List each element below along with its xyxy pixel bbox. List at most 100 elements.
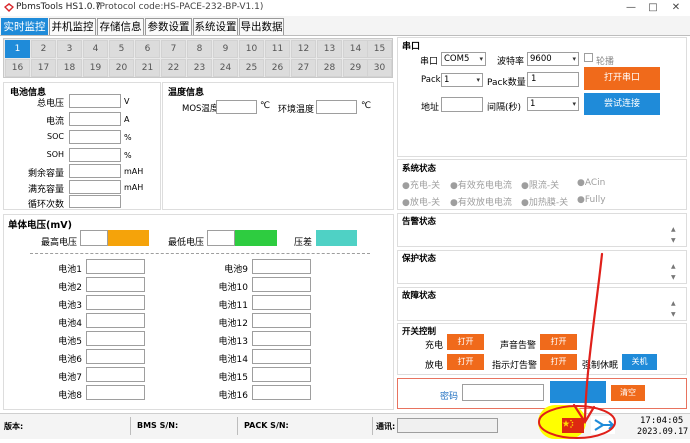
- cell-button[interactable]: 27: [291, 59, 316, 77]
- alarm-status-title: 告警状态: [402, 217, 437, 227]
- cell-button[interactable]: 2: [31, 40, 56, 58]
- status-valid-charge-current: ●有效充电电流: [450, 181, 512, 191]
- cell-button[interactable]: 1: [5, 40, 30, 58]
- try-connect-button[interactable]: 尝试连接: [584, 93, 660, 115]
- password-input[interactable]: [462, 384, 544, 401]
- baud-value: 9600: [530, 54, 552, 64]
- pack-count-label: Pack数量: [487, 78, 526, 88]
- version-label: 版本:: [4, 422, 24, 431]
- port-value: COM5: [444, 54, 470, 64]
- full-capacity-unit: mAH: [124, 183, 144, 192]
- clock-time: 17:04:05: [640, 416, 684, 426]
- cell-voltage-label: 电池14: [218, 355, 248, 365]
- cell-button[interactable]: 10: [239, 40, 264, 58]
- cell-button[interactable]: 3: [57, 40, 82, 58]
- cell-button[interactable]: 25: [239, 59, 264, 77]
- tab-storage-info[interactable]: 存储信息: [97, 18, 144, 35]
- cell-button[interactable]: 11: [265, 40, 290, 58]
- status-separator: [372, 417, 373, 435]
- cell-button[interactable]: 29: [343, 59, 368, 77]
- cell-voltage-field: [252, 349, 311, 364]
- minimize-icon[interactable]: —: [624, 1, 638, 14]
- poll-checkbox[interactable]: [584, 53, 593, 62]
- sound-alarm-open-button[interactable]: 打开: [540, 334, 577, 350]
- chevron-down-icon: ▾: [572, 100, 576, 108]
- voltage-diff-indicator: [316, 230, 357, 246]
- tab-parameter-settings[interactable]: 参数设置: [145, 18, 192, 35]
- min-voltage-indicator: [235, 230, 277, 246]
- close-icon[interactable]: ✕: [669, 1, 683, 14]
- cell-button[interactable]: 9: [213, 40, 238, 58]
- cell-button[interactable]: 16: [5, 59, 30, 77]
- cell-button[interactable]: 5: [109, 40, 134, 58]
- scroll-up-icon[interactable]: ▲: [671, 263, 676, 270]
- cell-button[interactable]: 15: [367, 40, 392, 58]
- full-capacity-field: [69, 180, 121, 194]
- cell-button[interactable]: 26: [265, 59, 290, 77]
- cell-button[interactable]: 18: [57, 59, 82, 77]
- soh-unit: %: [124, 151, 132, 160]
- cell-button[interactable]: 17: [31, 59, 56, 77]
- charge-open-button[interactable]: 打开: [447, 334, 484, 350]
- discharge-open-button[interactable]: 打开: [447, 354, 484, 370]
- cell-button[interactable]: 13: [317, 40, 342, 58]
- cell-button[interactable]: 19: [83, 59, 108, 77]
- bms-sn-label: BMS S/N:: [137, 421, 179, 430]
- cell-button[interactable]: 23: [187, 59, 212, 77]
- pack-select[interactable]: 1 ▾: [441, 73, 483, 87]
- tab-system-settings[interactable]: 系统设置: [193, 18, 238, 35]
- cell-button[interactable]: 7: [161, 40, 186, 58]
- maximize-icon[interactable]: □: [646, 1, 660, 14]
- cell-button[interactable]: 30: [367, 59, 392, 77]
- max-voltage-indicator: [108, 230, 149, 246]
- tab-export-data[interactable]: 导出数据: [239, 18, 284, 35]
- cell-button[interactable]: 28: [317, 59, 342, 77]
- password-confirm-button[interactable]: [550, 381, 606, 403]
- cell-voltage-field: [86, 313, 145, 328]
- scroll-up-icon[interactable]: ▲: [671, 226, 676, 233]
- protocol-code: (Protocol code:HS-PACE-232-BP-V1.1): [96, 2, 264, 12]
- shutdown-button[interactable]: 关机: [622, 354, 657, 370]
- cell-button[interactable]: 4: [83, 40, 108, 58]
- cell-button[interactable]: 12: [291, 40, 316, 58]
- max-voltage-field: [80, 230, 108, 246]
- cell-button[interactable]: 24: [213, 59, 238, 77]
- china-flag-icon[interactable]: [562, 418, 584, 433]
- pack-value: 1: [444, 75, 450, 85]
- scroll-down-icon[interactable]: ▼: [671, 311, 676, 318]
- baud-select[interactable]: 9600 ▾: [527, 52, 579, 66]
- port-select[interactable]: COM5 ▾: [441, 52, 486, 66]
- sound-alarm-label: 声音告警: [500, 341, 537, 351]
- interval-select[interactable]: 1 ▾: [527, 97, 579, 111]
- cell-button[interactable]: 21: [135, 59, 160, 77]
- cell-voltage-field: [86, 259, 145, 274]
- scroll-down-icon[interactable]: ▼: [671, 274, 676, 281]
- scroll-up-icon[interactable]: ▲: [671, 300, 676, 307]
- pack-count-input[interactable]: 1: [527, 72, 579, 87]
- cell-button[interactable]: 22: [161, 59, 186, 77]
- cell-button[interactable]: 6: [135, 40, 160, 58]
- pack-sn-label: PACK S/N:: [244, 421, 289, 430]
- indicator-alarm-open-button[interactable]: 打开: [540, 354, 577, 370]
- address-input[interactable]: [441, 97, 483, 112]
- language-switch-icon[interactable]: [591, 416, 615, 434]
- tab-bar: 实时监控 并机监控 存储信息 参数设置 系统设置 导出数据: [0, 16, 690, 36]
- current-unit: A: [124, 115, 130, 124]
- scroll-down-icon[interactable]: ▼: [671, 237, 676, 244]
- cell-voltage-label: 电池3: [58, 301, 82, 311]
- cell-button[interactable]: 8: [187, 40, 212, 58]
- tab-parallel-monitor[interactable]: 并机监控: [49, 18, 96, 35]
- cell-voltage-label: 电池10: [218, 283, 248, 293]
- cell-button[interactable]: 14: [343, 40, 368, 58]
- comm-status-field: [397, 418, 498, 433]
- cell-voltage-label: 电池4: [58, 319, 82, 329]
- open-port-button[interactable]: 打开串口: [584, 67, 660, 90]
- cell-button[interactable]: 20: [109, 59, 134, 77]
- total-voltage-unit: V: [124, 97, 130, 106]
- cell-voltage-field: [252, 367, 311, 382]
- cell-voltage-label: 电池5: [58, 337, 82, 347]
- chevron-down-icon: ▾: [572, 55, 576, 63]
- clear-button[interactable]: 清空: [611, 385, 645, 401]
- tab-realtime-monitor[interactable]: 实时监控: [1, 18, 48, 35]
- poll-label: 轮播: [596, 57, 615, 67]
